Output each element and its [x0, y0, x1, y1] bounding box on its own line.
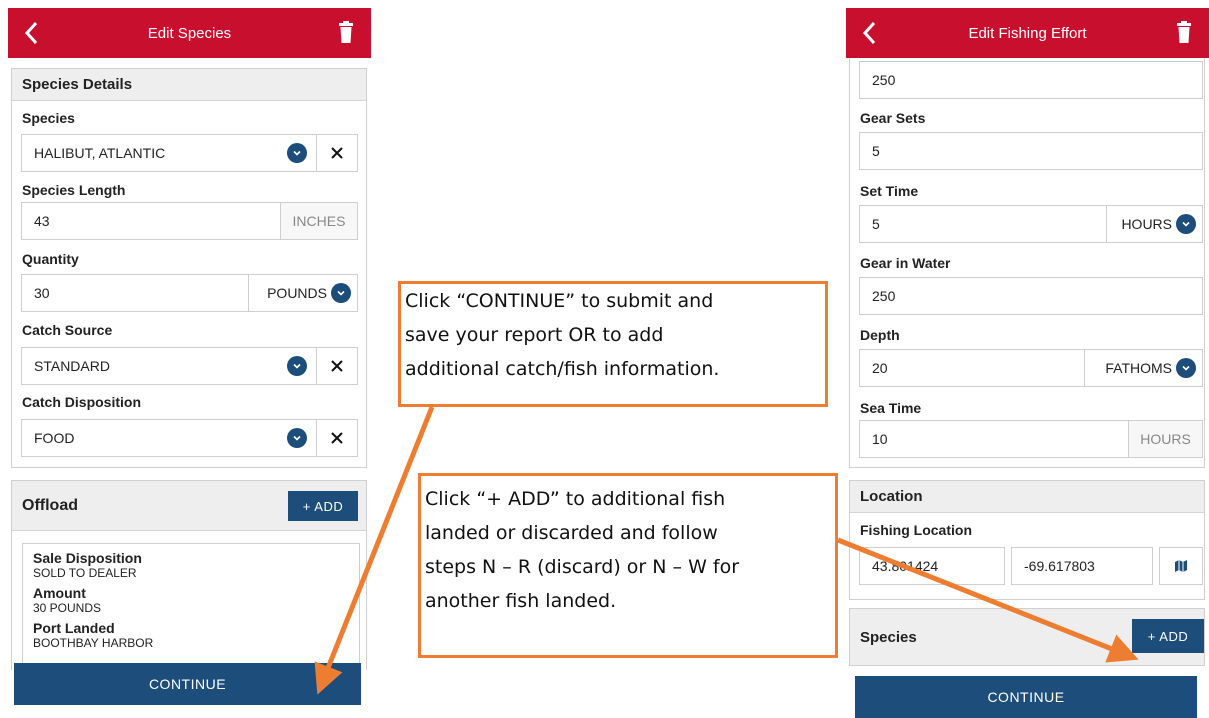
continue-callout: Click “CONTINUE” to submit and save your… — [398, 281, 828, 407]
continue-button[interactable]: CONTINUE — [855, 676, 1197, 718]
callout-line: Click “CONTINUE” to submit and — [405, 290, 714, 312]
callout-line: landed or discarded and follow — [425, 522, 718, 544]
chevron-down-icon — [1176, 214, 1196, 234]
quantity-input[interactable]: 30 — [21, 274, 249, 312]
sale-disposition-label: Sale Disposition — [33, 550, 142, 566]
callout-line: save your report OR to add — [405, 324, 664, 346]
edit-species-screen: Edit Species Species Details Species HAL… — [8, 8, 371, 713]
amount-value: 30 POUNDS — [33, 601, 102, 615]
gear-sets-label: Gear Sets — [860, 110, 926, 126]
depth-input[interactable]: 20 — [859, 349, 1085, 387]
amount-label: Amount — [33, 585, 86, 601]
depth-unit-select[interactable]: FATHOMS — [1084, 349, 1203, 387]
sale-disposition-value: SOLD TO DEALER — [33, 566, 137, 580]
callout-line: Click “+ ADD” to additional fish — [425, 488, 726, 510]
offload-entry[interactable]: Sale Disposition SOLD TO DEALER Amount 3… — [22, 543, 360, 683]
port-landed-label: Port Landed — [33, 620, 115, 636]
chevron-down-icon — [287, 356, 307, 376]
catch-source-label: Catch Source — [22, 322, 113, 338]
continue-button[interactable]: CONTINUE — [14, 663, 361, 705]
longitude-input[interactable]: -69.617803 — [1011, 547, 1153, 585]
depth-label: Depth — [860, 327, 900, 343]
depth-unit: FATHOMS — [1105, 360, 1172, 376]
set-time-input[interactable]: 5 — [859, 205, 1107, 243]
add-species-button[interactable]: + ADD — [1132, 619, 1204, 653]
location-header: Location — [850, 481, 1204, 513]
port-landed-value: BOOTHBAY HARBOR — [33, 636, 154, 650]
quantity-unit: POUNDS — [267, 285, 327, 301]
species-details-header: Species Details — [12, 69, 366, 101]
chevron-down-icon — [331, 283, 351, 303]
page-title: Edit Species — [147, 24, 232, 42]
clear-species-button[interactable] — [316, 134, 358, 172]
map-button[interactable] — [1159, 547, 1203, 585]
edit-fishing-effort-screen: Edit Fishing Effort 250 Gear Sets 5 Set … — [846, 8, 1209, 718]
callout-line: another fish landed. — [425, 590, 617, 612]
gear-sets-input[interactable]: 5 — [859, 132, 1203, 170]
back-icon[interactable] — [22, 19, 42, 47]
sea-time-unit: HOURS — [1128, 420, 1203, 458]
catch-disposition-value: FOOD — [34, 430, 75, 446]
species-details-card: Species Details Species HALIBUT, ATLANTI… — [11, 68, 367, 468]
map-icon — [1175, 560, 1187, 572]
gear-in-water-input[interactable]: 250 — [859, 277, 1203, 315]
app-header: Edit Species — [8, 8, 371, 58]
offload-card: Offload + ADD Sale Disposition SOLD TO D… — [11, 480, 367, 683]
back-icon[interactable] — [860, 19, 880, 47]
clear-catch-source-button[interactable] — [316, 347, 358, 385]
gear-in-water-label: Gear in Water — [860, 255, 951, 271]
length-unit: INCHES — [280, 202, 358, 240]
quantity-label: Quantity — [22, 251, 79, 267]
trash-icon[interactable] — [1177, 21, 1191, 43]
catch-source-value: STANDARD — [34, 358, 110, 374]
app-header: Edit Fishing Effort — [846, 8, 1209, 58]
species-select[interactable]: HALIBUT, ATLANTIC — [21, 134, 317, 172]
close-icon — [331, 360, 343, 372]
set-time-label: Set Time — [860, 183, 919, 199]
chevron-down-icon — [287, 143, 307, 163]
catch-disposition-label: Catch Disposition — [22, 394, 142, 410]
species-length-label: Species Length — [22, 182, 126, 198]
species-card: Species + ADD — [849, 608, 1205, 666]
sea-time-input[interactable]: 10 — [859, 420, 1129, 458]
chevron-down-icon — [287, 428, 307, 448]
page-title: Edit Fishing Effort — [968, 24, 1087, 42]
species-label: Species — [22, 110, 75, 126]
catch-disposition-select[interactable]: FOOD — [21, 419, 317, 457]
species-value: HALIBUT, ATLANTIC — [34, 145, 166, 161]
callout-line: steps N – R (discard) or N – W for — [425, 556, 740, 578]
gear-amount-input[interactable]: 250 — [859, 61, 1203, 99]
set-time-unit: HOURS — [1121, 216, 1172, 232]
close-icon — [331, 432, 343, 444]
callout-line: additional catch/fish information. — [405, 358, 720, 380]
add-offload-button[interactable]: + ADD — [288, 491, 358, 521]
fishing-location-label: Fishing Location — [860, 522, 972, 538]
sea-time-label: Sea Time — [860, 400, 922, 416]
quantity-unit-select[interactable]: POUNDS — [248, 274, 358, 312]
fishing-effort-card: 250 Gear Sets 5 Set Time 5 HOURS Gear in… — [849, 58, 1205, 468]
species-length-input[interactable]: 43 — [21, 202, 281, 240]
trash-icon[interactable] — [339, 21, 353, 43]
catch-source-select[interactable]: STANDARD — [21, 347, 317, 385]
chevron-down-icon — [1176, 358, 1196, 378]
add-callout: Click “+ ADD” to additional fish landed … — [418, 473, 838, 658]
close-icon — [331, 147, 343, 159]
clear-catch-disposition-button[interactable] — [316, 419, 358, 457]
set-time-unit-select[interactable]: HOURS — [1106, 205, 1203, 243]
latitude-input[interactable]: 43.801424 — [859, 547, 1005, 585]
location-card: Location Fishing Location 43.801424 -69.… — [849, 480, 1205, 600]
